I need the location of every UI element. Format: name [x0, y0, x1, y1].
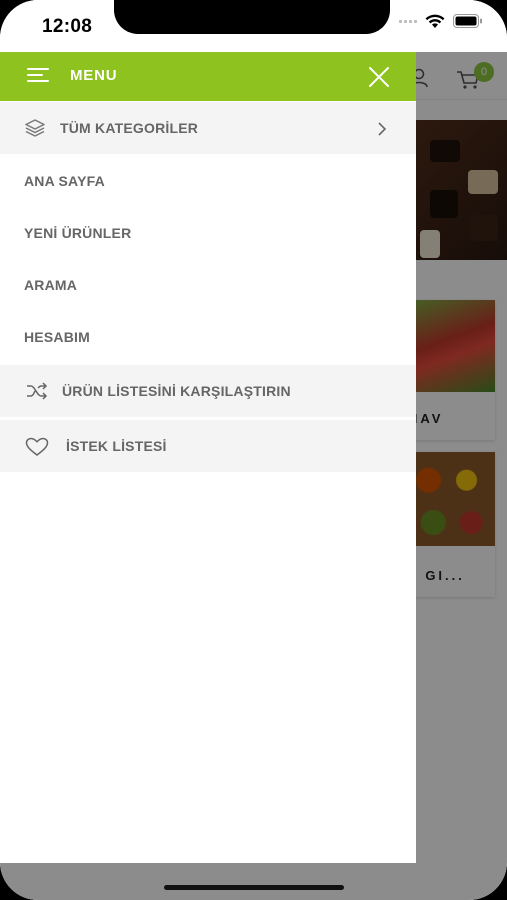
menu-item-account[interactable]: HESABIM [0, 311, 416, 363]
close-icon[interactable] [366, 64, 392, 90]
menu-item-compare-products[interactable]: ÜRÜN LİSTESİNİ KARŞILAŞTIRIN [0, 365, 416, 417]
menu-item-label: ARAMA [24, 277, 78, 293]
drawer-title: MENU [70, 67, 118, 84]
menu-item-home[interactable]: ANA SAYFA [0, 155, 416, 207]
phone-screen: 12:08 0 NAV L GI... MENU TÜM KATEGORİLER… [0, 0, 507, 900]
menu-item-label: YENİ ÜRÜNLER [24, 225, 132, 241]
cellular-signal-icon [399, 20, 417, 23]
wifi-icon [425, 14, 445, 28]
status-bar: 12:08 [0, 0, 507, 52]
chevron-right-icon [378, 122, 387, 136]
status-icons [399, 14, 483, 29]
layers-icon [25, 119, 45, 137]
notch [114, 0, 390, 34]
menu-item-label: ÜRÜN LİSTESİNİ KARŞILAŞTIRIN [62, 383, 291, 399]
menu-item-new-products[interactable]: YENİ ÜRÜNLER [0, 207, 416, 259]
heart-icon [25, 437, 49, 456]
battery-icon [453, 14, 482, 28]
menu-item-label: İSTEK LİSTESİ [66, 438, 167, 454]
menu-item-label: ANA SAYFA [24, 173, 105, 189]
shuffle-icon [27, 382, 48, 400]
status-time: 12:08 [42, 16, 93, 37]
side-menu-drawer: MENU TÜM KATEGORİLER ANA SAYFA YENİ ÜRÜN… [0, 52, 416, 863]
home-indicator[interactable] [164, 885, 344, 890]
menu-item-wishlist[interactable]: İSTEK LİSTESİ [0, 420, 416, 472]
menu-item-search[interactable]: ARAMA [0, 259, 416, 311]
drawer-header: MENU [0, 52, 416, 101]
hamburger-icon [27, 68, 49, 84]
menu-item-label: HESABIM [24, 329, 90, 345]
menu-item-all-categories[interactable]: TÜM KATEGORİLER [0, 102, 416, 154]
menu-item-label: TÜM KATEGORİLER [60, 120, 199, 136]
